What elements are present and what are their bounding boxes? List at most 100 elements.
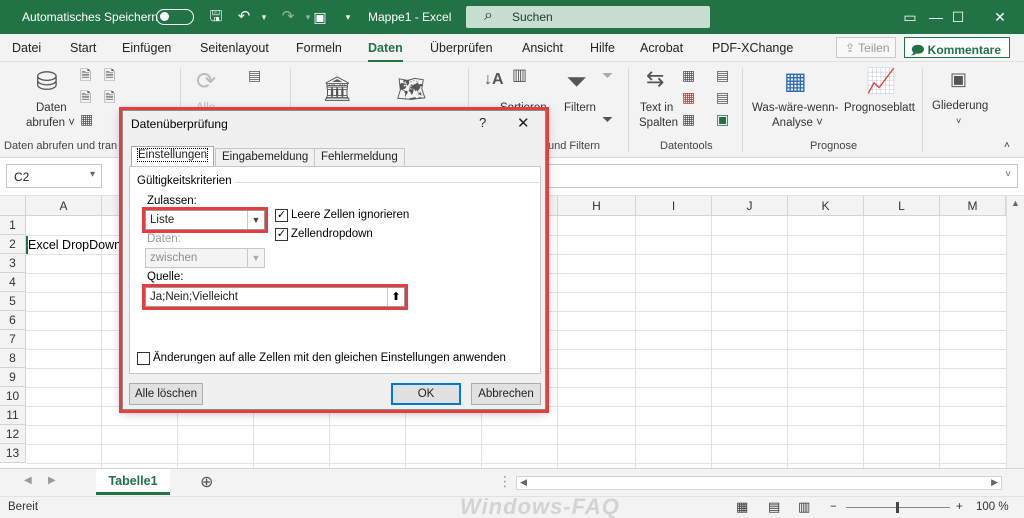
tab-eingabemeldung[interactable]: Eingabemeldung xyxy=(215,148,316,166)
filter-label[interactable]: Filtern xyxy=(564,102,596,114)
zoom-in-icon[interactable]: + xyxy=(956,501,963,513)
normal-view-icon[interactable]: ▦ xyxy=(736,499,748,515)
row-header[interactable]: 8 xyxy=(0,349,26,368)
ignore-blank-label[interactable]: Leere Zellen ignorieren xyxy=(291,209,409,221)
row-header[interactable]: 6 xyxy=(0,311,26,330)
row-header[interactable]: 9 xyxy=(0,368,26,387)
tab-acrobat[interactable]: Acrobat xyxy=(640,41,683,55)
share-button[interactable]: ⇪ Teilen xyxy=(836,37,896,58)
outline-label[interactable]: Gliederung xyxy=(932,100,988,112)
name-box[interactable]: C2 ▾ xyxy=(6,164,102,188)
flash-fill-icon[interactable]: ▦ xyxy=(682,68,695,82)
data-model-icon[interactable]: ▣ xyxy=(716,112,729,126)
zoom-level[interactable]: 100 % xyxy=(976,501,1009,513)
next-sheet-icon[interactable]: ▶ xyxy=(48,475,56,486)
column-header[interactable]: L xyxy=(864,196,940,216)
expand-formula-icon[interactable]: ˅ xyxy=(1005,169,1011,180)
row-header[interactable]: 7 xyxy=(0,330,26,349)
close-window-button[interactable]: ✕ xyxy=(978,4,1022,30)
tab-daten[interactable]: Daten xyxy=(368,41,403,63)
row-header[interactable]: 4 xyxy=(0,273,26,292)
formula-input[interactable]: ˅ xyxy=(540,164,1018,188)
scroll-right-icon[interactable]: ▶ xyxy=(991,477,998,488)
tab-seitenlayout[interactable]: Seitenlayout xyxy=(200,41,269,55)
what-if-label-2[interactable]: Analyse ˅ xyxy=(772,117,823,129)
from-table-icon[interactable]: ▦ xyxy=(80,112,93,126)
outline-dropdown-icon[interactable]: ˅ xyxy=(956,116,961,126)
recent-sources-icon[interactable]: 🗎 xyxy=(104,68,115,82)
row-header[interactable]: 2 xyxy=(0,235,26,254)
text-to-columns-label[interactable]: Text in xyxy=(640,102,673,114)
help-icon[interactable]: ? xyxy=(479,115,486,130)
tab-formeln[interactable]: Formeln xyxy=(296,41,342,55)
vertical-scrollbar[interactable]: ▲ xyxy=(1006,196,1024,468)
tab-einfuegen[interactable]: Einfügen xyxy=(122,41,171,55)
apply-all-label[interactable]: Änderungen auf alle Zellen mit den gleic… xyxy=(153,352,506,364)
sort-dialog-icon[interactable]: ▥ xyxy=(512,68,527,84)
stocks-icon[interactable]: 🏛 xyxy=(322,78,352,102)
from-web-icon[interactable]: 🗎 xyxy=(80,90,91,104)
tab-hilfe[interactable]: Hilfe xyxy=(590,41,615,55)
zoom-slider-thumb[interactable] xyxy=(896,502,899,513)
column-header[interactable]: I xyxy=(636,196,712,216)
horizontal-scrollbar[interactable]: ◀ ▶ xyxy=(516,476,1002,490)
row-header[interactable]: 5 xyxy=(0,292,26,311)
what-if-label[interactable]: Was-wäre-wenn- xyxy=(752,102,838,114)
row-header[interactable]: 3 xyxy=(0,254,26,273)
tab-ansicht[interactable]: Ansicht xyxy=(522,41,563,55)
clear-filter-icon[interactable]: ⏷ xyxy=(602,68,613,82)
tab-pdf-xchange[interactable]: PDF-XChange xyxy=(712,41,793,55)
page-break-view-icon[interactable]: ▥ xyxy=(798,499,810,515)
form-icon[interactable]: ▣ xyxy=(310,7,330,27)
add-sheet-icon[interactable]: ⊕ xyxy=(200,472,213,492)
sort-az-icon[interactable]: ↓A xyxy=(484,72,504,88)
relationships-icon[interactable]: ▤ xyxy=(716,90,729,104)
tab-fehlermeldung[interactable]: Fehlermeldung xyxy=(314,148,405,166)
get-data-label-2[interactable]: abrufen ˅ xyxy=(26,117,75,129)
remove-duplicates-icon[interactable]: ▦ xyxy=(682,90,695,104)
what-if-icon[interactable]: ▦ xyxy=(784,70,807,94)
comments-button[interactable]: 🗩 Kommentare xyxy=(904,37,1010,58)
text-to-columns-label-2[interactable]: Spalten xyxy=(639,117,678,129)
queries-icon[interactable]: ▤ xyxy=(248,68,261,82)
outline-icon[interactable]: ▣ xyxy=(950,70,967,88)
text-to-columns-icon[interactable]: ⇆ xyxy=(646,68,664,90)
zoom-out-icon[interactable]: − xyxy=(830,501,837,513)
tab-splitter-icon[interactable]: ⋮ xyxy=(498,473,512,490)
apply-all-checkbox[interactable] xyxy=(137,352,150,365)
dialog-close-icon[interactable]: ✕ xyxy=(517,114,530,132)
row-header[interactable]: 12 xyxy=(0,425,26,444)
autosave-toggle[interactable] xyxy=(156,9,194,25)
geography-icon[interactable]: 🗺 xyxy=(396,78,426,102)
column-header[interactable]: H xyxy=(558,196,636,216)
in-cell-dropdown-label[interactable]: Zellendropdown xyxy=(291,228,373,240)
cancel-button[interactable]: Abbrechen xyxy=(471,383,541,405)
tab-start[interactable]: Start xyxy=(70,41,96,55)
tab-ueberpruefen[interactable]: Überprüfen xyxy=(430,41,493,55)
sheet-tab-tabelle1[interactable]: Tabelle1 xyxy=(96,469,170,495)
from-text-icon[interactable]: 🗎 xyxy=(80,68,91,82)
consolidate-icon[interactable]: ▤ xyxy=(716,68,729,82)
filter-icon[interactable]: ⏷ xyxy=(566,68,587,94)
column-header[interactable]: K xyxy=(788,196,864,216)
in-cell-dropdown-checkbox[interactable]: ✓ xyxy=(275,228,288,241)
data-validation-icon[interactable]: ▦ xyxy=(682,112,695,126)
row-header[interactable]: 11 xyxy=(0,406,26,425)
existing-connections-icon[interactable]: 🗎 xyxy=(104,90,115,104)
select-all-corner[interactable] xyxy=(0,196,26,216)
ok-button[interactable]: OK xyxy=(391,383,461,405)
collapse-ribbon-icon[interactable]: ˄ xyxy=(1004,140,1010,151)
row-header[interactable]: 1 xyxy=(0,216,26,235)
get-data-label[interactable]: Daten xyxy=(36,102,67,114)
name-box-dropdown-icon[interactable]: ▾ xyxy=(90,169,95,180)
clear-all-button[interactable]: Alle löschen xyxy=(129,383,203,405)
page-layout-view-icon[interactable]: ▤ xyxy=(768,499,780,515)
tab-datei[interactable]: Datei xyxy=(12,41,41,55)
database-icon[interactable]: ⛁ xyxy=(36,68,58,94)
prev-sheet-icon[interactable]: ◀ xyxy=(24,475,32,486)
forecast-sheet-label[interactable]: Prognoseblatt xyxy=(844,102,915,114)
row-header[interactable]: 10 xyxy=(0,387,26,406)
search-box[interactable]: ⌕ Suchen xyxy=(466,6,710,28)
row-header[interactable]: 13 xyxy=(0,444,26,463)
refresh-all-icon[interactable]: ⟳ xyxy=(196,70,216,94)
